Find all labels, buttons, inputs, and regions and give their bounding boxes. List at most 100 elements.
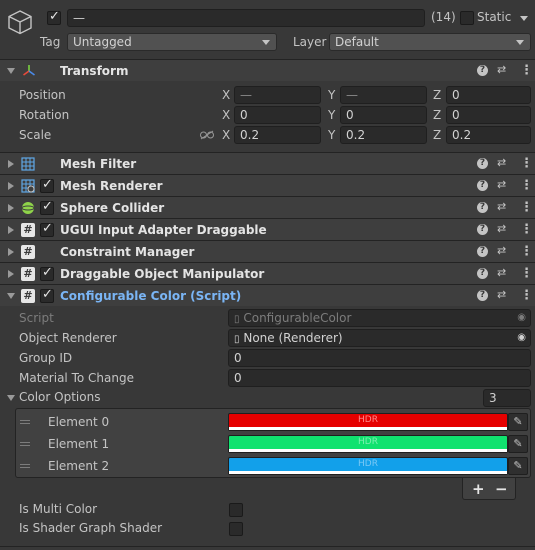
group-id-field[interactable]: 0: [228, 349, 531, 367]
material-to-change-field[interactable]: 0: [228, 369, 531, 387]
foldout-arrow-icon[interactable]: [8, 182, 14, 190]
component-header-ugui-input-adapter[interactable]: # UGUI Input Adapter Draggable ? ⇄ ⋮: [0, 218, 535, 240]
script-file-icon: ▯: [234, 314, 240, 325]
presets-icon[interactable]: ⇄: [497, 63, 506, 76]
color-field[interactable]: HDR: [228, 457, 508, 475]
element-label: Element 1: [48, 437, 110, 451]
component-header-configurable-color[interactable]: # Configurable Color (Script) ? ⇄ ⋮: [0, 284, 535, 306]
scale-z-field[interactable]: 0.2: [446, 126, 531, 144]
rotation-z-label[interactable]: Z: [433, 108, 441, 122]
context-menu-icon[interactable]: ⋮: [520, 245, 533, 258]
layer-dropdown[interactable]: Default: [329, 33, 531, 51]
is-shader-graph-shader-checkbox[interactable]: [229, 522, 243, 536]
context-menu-icon[interactable]: ⋮: [520, 289, 533, 302]
eyedropper-icon[interactable]: ✎: [508, 435, 528, 453]
rotation-label: Rotation: [19, 108, 70, 122]
gameobject-active-toggle[interactable]: [47, 9, 61, 25]
position-z-label[interactable]: Z: [433, 88, 441, 102]
help-icon[interactable]: ?: [477, 224, 488, 235]
help-icon[interactable]: ?: [477, 202, 488, 213]
context-menu-icon[interactable]: ⋮: [520, 64, 533, 77]
help-icon[interactable]: ?: [477, 290, 488, 301]
scale-x-field[interactable]: 0.2: [234, 126, 321, 144]
color-field[interactable]: HDR: [228, 435, 508, 453]
context-menu-icon[interactable]: ⋮: [520, 179, 533, 192]
foldout-arrow-icon[interactable]: [8, 226, 14, 234]
foldout-arrow-icon[interactable]: [8, 160, 14, 168]
component-header-draggable-object-manipulator[interactable]: # Draggable Object Manipulator ? ⇄ ⋮: [0, 262, 535, 284]
help-icon[interactable]: ?: [477, 158, 488, 169]
drag-handle-icon[interactable]: [20, 420, 30, 424]
presets-icon[interactable]: ⇄: [497, 200, 506, 213]
presets-icon[interactable]: ⇄: [497, 156, 506, 169]
context-menu-icon[interactable]: ⋮: [520, 157, 533, 170]
remove-element-button[interactable]: −: [495, 480, 508, 498]
enabled-checkbox[interactable]: [40, 287, 54, 303]
add-element-button[interactable]: +: [472, 480, 485, 498]
position-y-field[interactable]: —: [340, 86, 427, 104]
component-header-sphere-collider[interactable]: Sphere Collider ? ⇄ ⋮: [0, 196, 535, 218]
help-icon[interactable]: ?: [477, 180, 488, 191]
presets-icon[interactable]: ⇄: [497, 288, 506, 301]
object-picker-icon: ◉: [517, 312, 526, 323]
is-multi-color-checkbox[interactable]: [229, 503, 243, 517]
rotation-y-field[interactable]: 0: [340, 106, 427, 124]
position-z-field[interactable]: 0: [446, 86, 531, 104]
scale-x-label[interactable]: X: [222, 128, 230, 142]
scale-y-field[interactable]: 0.2: [340, 126, 427, 144]
help-icon[interactable]: ?: [477, 246, 488, 257]
context-menu-icon[interactable]: ⋮: [520, 223, 533, 236]
foldout-arrow-icon[interactable]: [8, 248, 14, 256]
position-x-field[interactable]: —: [234, 86, 321, 104]
drag-handle-icon[interactable]: [20, 464, 30, 468]
scale-y-label[interactable]: Y: [328, 128, 335, 142]
foldout-arrow-icon[interactable]: [7, 293, 15, 299]
rotation-x-field[interactable]: 0: [234, 106, 321, 124]
context-menu-icon[interactable]: ⋮: [520, 201, 533, 214]
enabled-checkbox[interactable]: [40, 265, 54, 281]
tag-dropdown[interactable]: Untagged: [67, 33, 277, 51]
rotation-z-field[interactable]: 0: [446, 106, 531, 124]
help-icon[interactable]: ?: [477, 65, 488, 76]
static-checkbox[interactable]: [460, 11, 474, 25]
presets-icon[interactable]: ⇄: [497, 222, 506, 235]
component-header-constraint-manager[interactable]: # Constraint Manager ? ⇄ ⋮: [0, 240, 535, 262]
color-options-foldout-icon[interactable]: [7, 395, 15, 401]
eyedropper-icon[interactable]: ✎: [508, 413, 528, 431]
eyedropper-icon[interactable]: ✎: [508, 457, 528, 475]
context-menu-icon[interactable]: ⋮: [520, 267, 533, 280]
position-label: Position: [19, 88, 66, 102]
list-footer: [462, 478, 516, 500]
drag-handle-icon[interactable]: [20, 442, 30, 446]
transform-header[interactable]: Transform ? ⇄ ⋮: [0, 59, 535, 81]
presets-icon[interactable]: ⇄: [497, 178, 506, 191]
help-icon[interactable]: ?: [477, 268, 488, 279]
foldout-arrow-icon[interactable]: [8, 270, 14, 278]
rotation-x-label[interactable]: X: [222, 108, 230, 122]
enabled-checkbox[interactable]: [40, 177, 54, 193]
gameobject-name-field[interactable]: —: [67, 9, 425, 27]
static-dropdown-icon[interactable]: [520, 16, 528, 21]
position-x-label[interactable]: X: [222, 88, 230, 102]
constrain-proportions-icon[interactable]: [200, 129, 214, 140]
rotation-y-label[interactable]: Y: [328, 108, 335, 122]
component-title: Configurable Color (Script): [60, 289, 242, 303]
element-label: Element 0: [48, 415, 110, 429]
scale-z-label[interactable]: Z: [433, 128, 441, 142]
enabled-checkbox[interactable]: [40, 199, 54, 215]
object-renderer-field[interactable]: ▯ None (Renderer) ◉: [228, 329, 531, 347]
color-options-size-field[interactable]: 3: [483, 389, 531, 407]
presets-icon[interactable]: ⇄: [497, 244, 506, 257]
enabled-checkbox[interactable]: [40, 221, 54, 237]
color-field[interactable]: HDR: [228, 413, 508, 431]
foldout-arrow-icon[interactable]: [7, 68, 15, 74]
position-y-label[interactable]: Y: [328, 88, 335, 102]
component-header-mesh-renderer[interactable]: Mesh Renderer ? ⇄ ⋮: [0, 174, 535, 196]
object-picker-icon[interactable]: ◉: [517, 330, 526, 346]
script-icon: #: [21, 223, 35, 237]
component-header-mesh-filter[interactable]: Mesh Filter ? ⇄ ⋮: [0, 152, 535, 174]
transform-icon: [22, 64, 36, 78]
foldout-arrow-icon[interactable]: [8, 204, 14, 212]
presets-icon[interactable]: ⇄: [497, 266, 506, 279]
layer-value: Default: [335, 35, 379, 49]
